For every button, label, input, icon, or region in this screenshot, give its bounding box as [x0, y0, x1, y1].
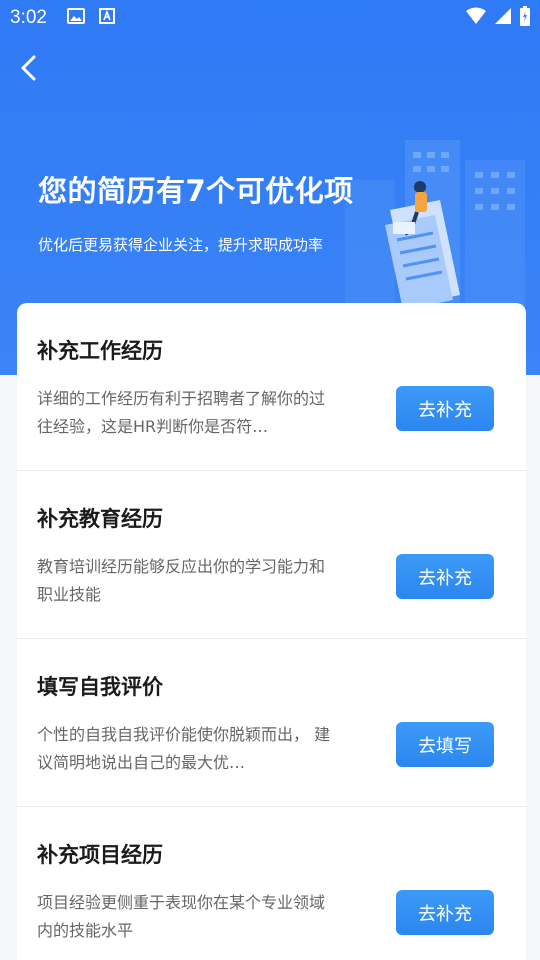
signal-icon — [494, 7, 512, 29]
status-time: 3:02 — [10, 7, 47, 28]
chevron-left-icon — [21, 55, 36, 81]
app-store-icon — [98, 8, 115, 28]
hero-subtitle: 优化后更易获得企业关注，提升求职成功率 — [38, 236, 324, 254]
battery-icon — [520, 6, 530, 30]
item-description: 个性的自我自我评价能使你脱颖而出， 建议简明地说出自己的最大优… — [37, 725, 331, 772]
resume-illustration — [335, 130, 540, 310]
list-item: 补充教育经历 教育培训经历能够反应出你的学习能力和职业技能 去补充 — [17, 471, 526, 639]
item-description: 项目经验更侧重于表现你在某个专业领域内的技能水平 — [37, 893, 326, 940]
item-description: 教育培训经历能够反应出你的学习能力和职业技能 — [37, 557, 326, 604]
add-education-button[interactable]: 去补充 — [396, 554, 494, 599]
optimization-list: 补充工作经历 详细的工作经历有利于招聘者了解你的过往经验，这是HR判断你是否符…… — [17, 303, 526, 960]
status-bar: 3:02 — [0, 0, 540, 36]
item-title: 填写自我评价 — [37, 675, 163, 699]
wifi-icon — [466, 7, 486, 29]
list-item: 填写自我评价 个性的自我自我评价能使你脱颖而出， 建议简明地说出自己的最大优… … — [17, 639, 526, 807]
item-title: 补充教育经历 — [37, 507, 163, 531]
item-description: 详细的工作经历有利于招聘者了解你的过往经验，这是HR判断你是否符… — [37, 389, 326, 436]
list-item: 补充工作经历 详细的工作经历有利于招聘者了解你的过往经验，这是HR判断你是否符…… — [17, 303, 526, 471]
hero-title: 您的简历有7个可优化项 — [38, 174, 354, 208]
item-title: 补充项目经历 — [37, 843, 163, 867]
add-project-button[interactable]: 去补充 — [396, 890, 494, 935]
gallery-icon — [66, 8, 85, 28]
item-title: 补充工作经历 — [37, 339, 163, 363]
back-button[interactable] — [12, 52, 44, 84]
list-item: 补充项目经历 项目经验更侧重于表现你在某个专业领域内的技能水平 去补充 — [17, 807, 526, 960]
fill-self-evaluation-button[interactable]: 去填写 — [396, 722, 494, 767]
add-work-experience-button[interactable]: 去补充 — [396, 386, 494, 431]
